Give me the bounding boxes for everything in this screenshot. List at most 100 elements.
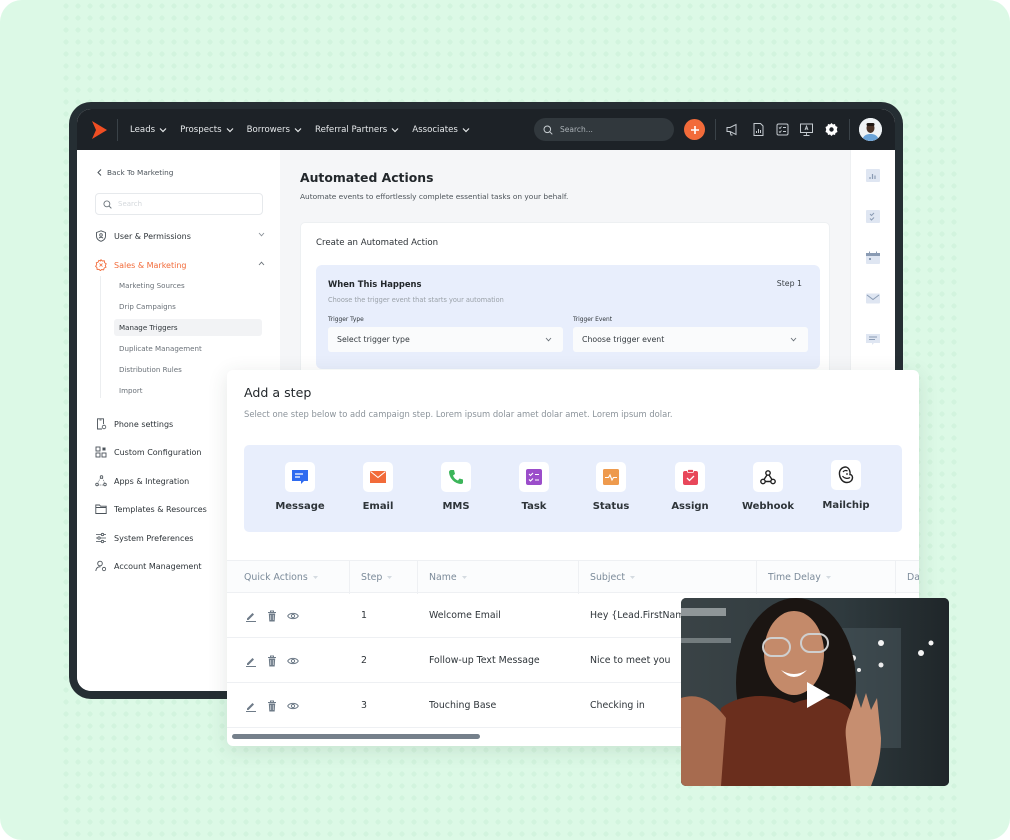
step-option-webhook[interactable]: Webhook (733, 462, 803, 512)
gear-icon[interactable] (824, 122, 839, 137)
nav-label: Prospects (180, 124, 222, 135)
step-option-mms[interactable]: MMS (421, 462, 491, 512)
edit-icon[interactable] (245, 655, 257, 667)
column-header-name[interactable]: Name (418, 561, 579, 594)
trash-icon[interactable] (266, 655, 278, 667)
assign-icon (682, 469, 698, 485)
calendar-icon[interactable] (866, 251, 880, 264)
chevron-down-icon (258, 232, 265, 237)
column-header-step[interactable]: Step (350, 561, 418, 594)
edit-icon[interactable] (245, 700, 257, 712)
column-header-quick-actions[interactable]: Quick Actions (233, 561, 350, 594)
submenu-drip-campaigns[interactable]: Drip Campaigns (114, 298, 262, 315)
nav-prospects[interactable]: Prospects (180, 125, 233, 135)
step-option-label: Webhook (741, 501, 795, 512)
checklist-icon[interactable] (775, 122, 790, 137)
play-icon[interactable] (805, 681, 831, 709)
trigger-event-select[interactable]: Choose trigger event (573, 327, 808, 352)
sliders-icon (96, 532, 106, 544)
sidebar-item-user-permissions[interactable]: User & Permissions (95, 227, 265, 245)
cell-step: 3 (361, 700, 367, 711)
video-thumbnail[interactable] (681, 598, 949, 786)
cell-name: Touching Base (429, 700, 497, 711)
presentation-icon[interactable] (799, 122, 814, 137)
report-icon[interactable] (751, 122, 766, 137)
back-to-marketing-link[interactable]: Back To Marketing (97, 168, 173, 177)
divider (117, 118, 118, 141)
step-option-message[interactable]: Message (265, 462, 335, 512)
integration-icon (95, 475, 107, 487)
step-option-label: MMS (442, 501, 470, 512)
trigger-type-select[interactable]: Select trigger type (328, 327, 563, 352)
column-header-date[interactable]: Da (896, 561, 919, 594)
user-avatar[interactable] (859, 118, 882, 141)
column-label: Step (361, 572, 383, 583)
task-icon (526, 469, 542, 485)
submenu-marketing-sources[interactable]: Marketing Sources (114, 277, 262, 294)
eye-icon[interactable] (287, 700, 299, 712)
sidebar-item-label: Sales & Marketing (114, 260, 187, 270)
megaphone-icon[interactable] (725, 122, 740, 137)
phone-icon (449, 470, 463, 484)
chevron-down-icon (226, 127, 233, 132)
back-label: Back To Marketing (107, 168, 174, 177)
step-option-status[interactable]: Status (576, 462, 646, 512)
global-search[interactable] (534, 118, 674, 141)
folder-icon (95, 504, 107, 514)
trigger-step-box: When This Happens Step 1 Choose the trig… (316, 265, 820, 369)
column-label: Time Delay (768, 572, 821, 583)
column-header-subject[interactable]: Subject (579, 561, 757, 594)
divider (715, 119, 716, 140)
trash-icon[interactable] (266, 700, 278, 712)
eye-icon[interactable] (287, 655, 299, 667)
nav-label: Referral Partners (315, 124, 388, 135)
sidebar-search[interactable] (95, 193, 263, 215)
sort-icon (387, 576, 393, 579)
column-header-time-delay[interactable]: Time Delay (757, 561, 896, 594)
email-icon (370, 471, 386, 483)
eye-icon[interactable] (287, 610, 299, 622)
sort-icon (461, 576, 467, 579)
nav-label: Associates (412, 124, 458, 135)
nav-label: Leads (130, 124, 156, 135)
chart-icon[interactable] (866, 169, 880, 182)
status-icon (603, 469, 619, 485)
search-input[interactable] (560, 125, 660, 134)
panel-subtitle: Select one step below to add campaign st… (244, 409, 673, 419)
brand-logo-icon[interactable] (91, 120, 107, 139)
nav-borrowers[interactable]: Borrowers (247, 125, 302, 135)
cell-name: Follow-up Text Message (429, 655, 540, 666)
step-option-task[interactable]: Task (499, 462, 569, 512)
trigger-type-label: Trigger Type (328, 317, 364, 323)
column-label: Subject (590, 572, 626, 583)
horizontal-scrollbar[interactable] (232, 734, 480, 739)
step-option-email[interactable]: Email (343, 462, 413, 512)
sidebar-search-input[interactable] (118, 200, 248, 208)
mail-icon[interactable] (866, 292, 880, 305)
card-title: Create an Automated Action (316, 238, 439, 248)
nav-associates[interactable]: Associates (412, 125, 470, 135)
checklist-icon[interactable] (866, 210, 880, 223)
step-option-label: Mailchip (822, 500, 870, 511)
sidebar-item-label: Account Management (114, 561, 202, 571)
trash-icon[interactable] (266, 610, 278, 622)
edit-icon[interactable] (245, 610, 257, 622)
mailchimp-icon (838, 466, 854, 484)
step-option-mailchimp[interactable]: Mailchip (811, 460, 881, 511)
add-button[interactable] (684, 119, 705, 140)
step-option-label: Assign (671, 501, 709, 512)
nav-leads[interactable]: Leads (130, 125, 167, 135)
submenu-label: Distribution Rules (119, 365, 182, 374)
comment-icon[interactable] (866, 333, 880, 346)
step-option-label: Status (592, 501, 630, 512)
submenu-duplicate-management[interactable]: Duplicate Management (114, 340, 262, 357)
submenu-label: Import (119, 386, 143, 395)
step-option-assign[interactable]: Assign (655, 462, 725, 512)
chevron-down-icon (462, 127, 470, 132)
chevron-down-icon (545, 337, 552, 342)
chevron-left-icon (97, 169, 102, 176)
submenu-manage-triggers[interactable]: Manage Triggers (114, 319, 262, 336)
nav-referral-partners[interactable]: Referral Partners (315, 125, 399, 135)
sidebar-item-sales-marketing[interactable]: Sales & Marketing (95, 256, 265, 274)
submenu-guide-line (100, 276, 101, 398)
